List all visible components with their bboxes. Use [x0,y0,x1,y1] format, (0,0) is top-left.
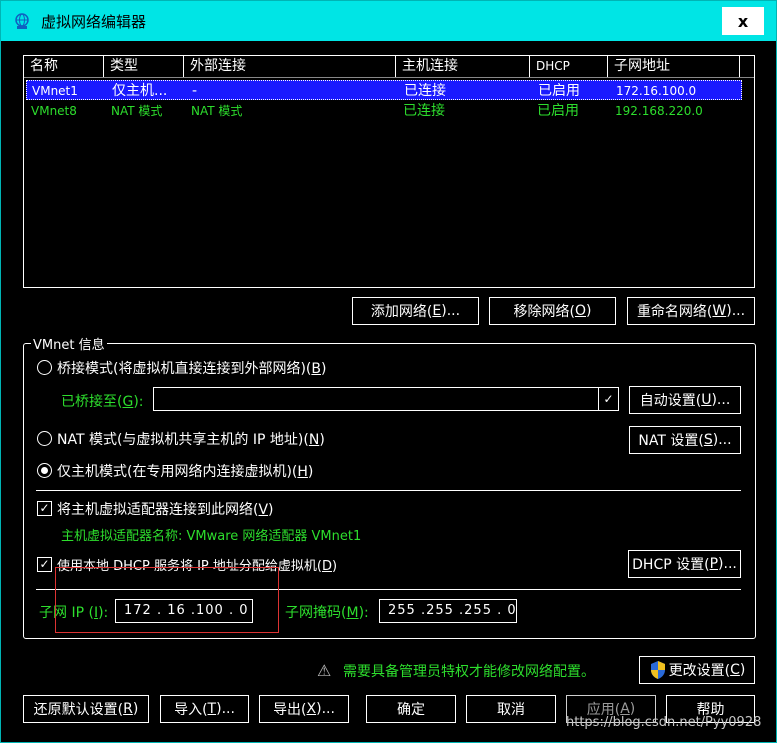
import-button[interactable]: 导入(T)... [160,695,249,723]
table-row[interactable]: VMnet8 NAT 模式 NAT 模式 已连接 已启用 192.168.220… [26,101,742,121]
column-header-dhcp[interactable]: DHCP [530,56,608,77]
highlight-box [55,567,279,633]
remove-network-button[interactable]: 移除网络(O) [489,297,616,325]
add-network-button[interactable]: 添加网络(E)... [352,297,479,325]
watermark-text: https://blog.csdn.net/Pyy0928 [566,715,762,730]
network-table[interactable]: 名称 类型 外部连接 主机连接 DHCP 子网地址 VMnet1 仅主机... … [23,55,755,288]
rename-network-button[interactable]: 重命名网络(W)... [627,297,755,325]
row-name: VMnet1 [32,84,78,98]
nat-mode-radio[interactable] [37,431,52,446]
cancel-button[interactable]: 取消 [466,695,556,723]
shield-icon [650,661,665,679]
table-header: 名称 类型 外部连接 主机连接 DHCP 子网地址 [24,56,754,78]
close-button[interactable]: x [722,7,764,35]
connect-adapter-checkbox[interactable]: ✓ [37,501,52,516]
column-header-external[interactable]: 外部连接 [184,56,396,77]
row-subnet: 172.16.100.0 [616,84,697,98]
row-type: NAT 模式 [111,104,163,118]
change-settings-button[interactable]: 更改设置(C) [639,656,755,684]
export-button[interactable]: 导出(X)... [259,695,349,723]
warning-icon: ⚠ [317,661,332,680]
row-dhcp: 已启用 [537,103,579,119]
bridge-mode-label[interactable]: 桥接模式(将虚拟机直接连接到外部网络)(B) [57,358,326,378]
row-subnet: 192.168.220.0 [615,104,703,118]
bridge-mode-radio[interactable] [37,360,52,375]
bridged-to-select[interactable]: ✓ [153,387,619,411]
window-title: 虚拟网络编辑器 [41,13,147,31]
nat-settings-button[interactable]: NAT 设置(S)... [629,426,741,454]
row-name: VMnet8 [31,104,77,118]
row-external: - [192,83,198,99]
host-only-mode-label[interactable]: 仅主机模式(在专用网络内连接虚拟机)(H) [57,461,313,481]
row-type: 仅主机... [112,83,168,99]
adapter-name-text: 主机虚拟适配器名称: VMware 网络适配器 VMnet1 [61,529,362,544]
vmnet-info-title: VMnet 信息 [31,334,107,353]
host-only-mode-radio[interactable] [37,463,52,478]
row-host: 已连接 [404,83,446,99]
nat-mode-label[interactable]: NAT 模式(与虚拟机共享主机的 IP 地址)(N) [57,429,325,449]
connect-adapter-label[interactable]: 将主机虚拟适配器连接到此网络(V) [57,499,274,519]
row-dhcp: 已启用 [538,83,580,99]
chevron-down-icon[interactable]: ✓ [598,388,618,410]
use-dhcp-checkbox[interactable]: ✓ [37,557,52,572]
row-host: 已连接 [403,103,445,119]
row-external: NAT 模式 [191,104,243,118]
bridged-to-label: 已桥接至(G): [61,394,144,410]
table-row[interactable]: VMnet1 仅主机... - 已连接 已启用 172.16.100.0 [26,80,742,100]
admin-warning-text: 需要具备管理员特权才能修改网络配置。 [343,664,595,680]
dhcp-settings-button[interactable]: DHCP 设置(P)... [628,550,741,578]
column-header-name[interactable]: 名称 [24,56,104,77]
ok-button[interactable]: 确定 [366,695,456,723]
divider [36,490,741,491]
subnet-mask-label: 子网掩码(M): [285,605,369,621]
column-header-host[interactable]: 主机连接 [396,56,530,77]
restore-defaults-button[interactable]: 还原默认设置(R) [23,695,149,723]
column-header-type[interactable]: 类型 [104,56,184,77]
auto-settings-button[interactable]: 自动设置(U)... [629,386,741,414]
column-header-subnet[interactable]: 子网地址 [608,56,740,77]
subnet-mask-input[interactable]: 255 .255 .255 . 0 [379,599,517,623]
virtual-network-editor-window: 虚拟网络编辑器 x 名称 类型 外部连接 主机连接 DHCP 子网地址 VMne… [0,0,777,743]
title-bar: 虚拟网络编辑器 x [1,1,776,41]
network-globe-icon [15,13,29,29]
